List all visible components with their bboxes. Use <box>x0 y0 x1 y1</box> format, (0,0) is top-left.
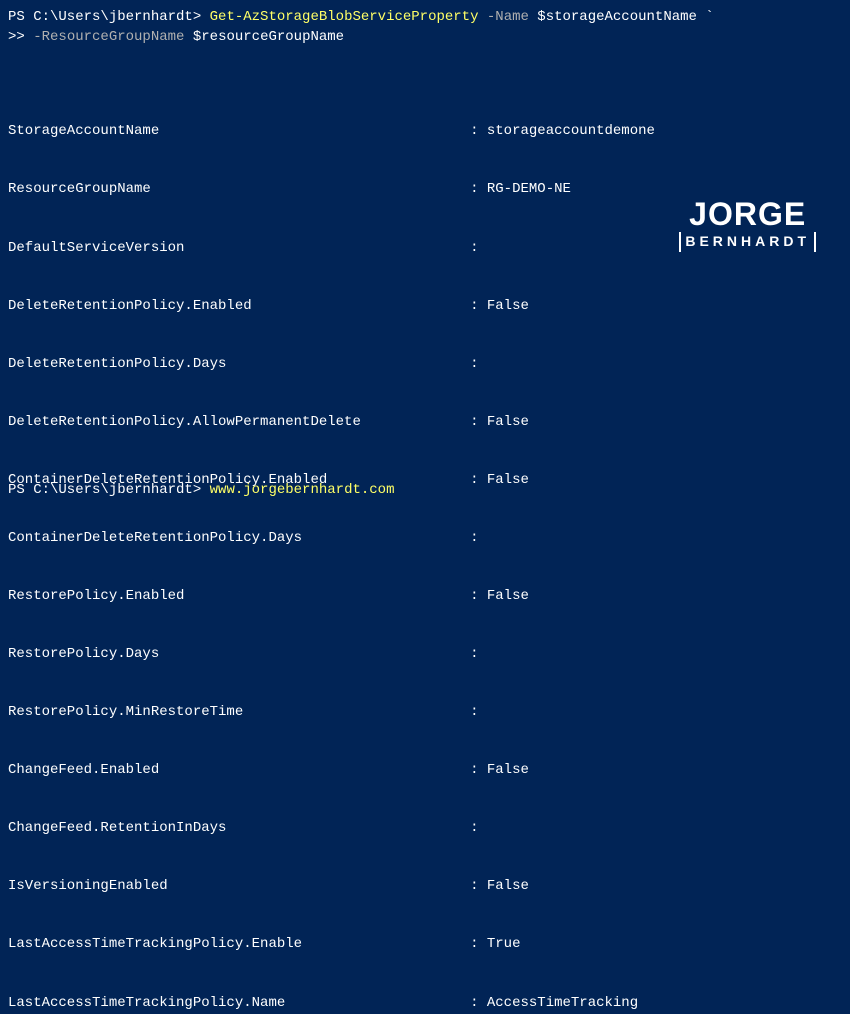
continuation-backtick: ` <box>697 9 714 25</box>
watermark-logo: JORGE BERNHARDT <box>679 198 816 252</box>
url-text: www.jorgebernhardt.com <box>210 482 395 498</box>
output-storageaccountname: StorageAccountName : storageaccountdemon… <box>8 122 842 141</box>
continuation-prompt: >> <box>8 29 33 45</box>
command-line-2[interactable]: >> -ResourceGroupName $resourceGroupName <box>8 28 842 48</box>
output-deleteretention-enabled: DeleteRetentionPolicy.Enabled : False <box>8 297 842 316</box>
output-deleteretention-days: DeleteRetentionPolicy.Days : <box>8 355 842 374</box>
param-name-flag: -Name <box>478 9 537 25</box>
output-changefeed-enabled: ChangeFeed.Enabled : False <box>8 761 842 780</box>
output-restorepolicy-enabled: RestorePolicy.Enabled : False <box>8 587 842 606</box>
output-restorepolicy-minrestoretime: RestorePolicy.MinRestoreTime : <box>8 703 842 722</box>
bottom-prompt-line[interactable]: PS C:\Users\jbernhardt> www.jorgebernhar… <box>8 481 394 501</box>
variable-storage-account: $storageAccountName <box>537 9 697 25</box>
ps-prompt-bottom: PS C:\Users\jbernhardt> <box>8 482 210 498</box>
cmdlet-name: Get-AzStorageBlobServiceProperty <box>210 9 479 25</box>
command-line-1[interactable]: PS C:\Users\jbernhardt> Get-AzStorageBlo… <box>8 8 842 28</box>
watermark-top-text: JORGE <box>679 198 816 230</box>
output-containerdelete-days: ContainerDeleteRetentionPolicy.Days : <box>8 529 842 548</box>
output-restorepolicy-days: RestorePolicy.Days : <box>8 645 842 664</box>
output-lastaccess-enable: LastAccessTimeTrackingPolicy.Enable : Tr… <box>8 935 842 954</box>
output-lastaccess-name: LastAccessTimeTrackingPolicy.Name : Acce… <box>8 994 842 1013</box>
output-deleteretention-allowpermanent: DeleteRetentionPolicy.AllowPermanentDele… <box>8 413 842 432</box>
output-changefeed-retention: ChangeFeed.RetentionInDays : <box>8 819 842 838</box>
variable-resourcegroup: $resourceGroupName <box>193 29 344 45</box>
watermark-bottom-text: BERNHARDT <box>679 232 816 252</box>
output-isversioning: IsVersioningEnabled : False <box>8 877 842 896</box>
param-resourcegroup-flag: -ResourceGroupName <box>33 29 193 45</box>
ps-prompt: PS C:\Users\jbernhardt> <box>8 9 210 25</box>
